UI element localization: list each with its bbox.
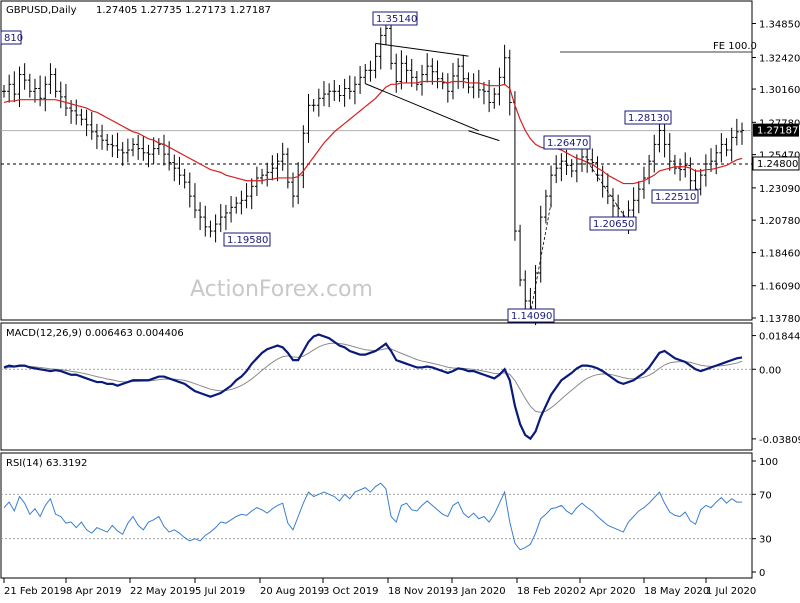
price-axis-label: 1.34850 xyxy=(759,20,800,31)
date-axis-label: 18 Feb 2020 xyxy=(517,586,579,597)
date-axis-label: 3 Jan 2020 xyxy=(452,586,506,597)
chart-symbol: GBPUSD,Daily xyxy=(6,5,77,16)
rsi-axis-label: 30 xyxy=(759,535,772,546)
date-axis-label: 1 Jul 2020 xyxy=(706,586,756,597)
rsi-axis-label: 0 xyxy=(759,568,765,579)
date-axis-label: 5 Jul 2019 xyxy=(195,586,245,597)
annotation-high-1-28130: 1.28130 xyxy=(624,110,672,125)
annotation-low-1-22510: 1.22510 xyxy=(651,189,699,204)
chart-ohlc: 1.27405 1.27735 1.27173 1.27187 xyxy=(96,5,271,16)
rsi-axis-label: 70 xyxy=(759,490,772,501)
chart-canvas: ActionForex.com 1.34850 1.32420 1.30160 1.2… xyxy=(0,0,800,597)
macd-axis-label: 0.018442 xyxy=(759,332,800,343)
annotation-left-edge-text: 810 xyxy=(4,33,23,44)
annotation-low-1-22510-text: 1.22510 xyxy=(655,192,696,203)
date-axis-label: 21 Feb 2019 xyxy=(4,586,66,597)
date-axis-label: 2 Apr 2020 xyxy=(580,586,635,597)
annotation-low-1-14090: 1.14090 xyxy=(507,308,555,323)
annotation-high-1-35140: 1.35140 xyxy=(372,11,418,26)
price-axis-label: 1.23090 xyxy=(759,184,800,195)
price-axis-label: 1.16090 xyxy=(759,282,800,293)
date-axis-label: 22 May 2019 xyxy=(130,586,195,597)
date-axis-label: 18 Nov 2019 xyxy=(388,586,452,597)
price-panel-frame xyxy=(0,0,753,321)
annotation-low-1-20650-text: 1.20650 xyxy=(593,219,634,230)
annotation-left-edge: 810 xyxy=(0,30,23,45)
current-price-value: 1.27187 xyxy=(757,126,798,137)
watermark: ActionForex.com xyxy=(190,277,373,302)
annotation-high-1-28130-text: 1.28130 xyxy=(628,113,669,124)
annotation-level-1-26470: 1.26470 xyxy=(543,135,591,150)
date-axis-label: 20 Aug 2019 xyxy=(260,586,324,597)
macd-panel-frame xyxy=(0,322,753,451)
fe-level-label: FE 100.0 xyxy=(713,41,757,52)
date-axis-label: 18 May 2020 xyxy=(644,586,709,597)
macd-axis-label: -0.038095 xyxy=(759,435,800,446)
price-axis-label: 1.30160 xyxy=(759,85,800,96)
macd-axis-label: 0.00 xyxy=(759,365,781,376)
rsi-panel-frame xyxy=(0,452,753,579)
level-value: 1.24800 xyxy=(757,159,798,170)
price-axis-label: 1.18460 xyxy=(759,249,800,260)
price-axis-label: 1.32420 xyxy=(759,53,800,64)
macd-title: MACD(12,26,9) 0.006463 0.004406 xyxy=(6,328,184,339)
date-axis-label: 8 Apr 2019 xyxy=(66,586,121,597)
date-axis-label: 3 Oct 2019 xyxy=(323,586,378,597)
rsi-title: RSI(14) 63.3192 xyxy=(6,458,87,469)
price-axis-label: 1.13780 xyxy=(759,314,800,325)
annotation-low-1-19580-text: 1.19580 xyxy=(227,235,268,246)
annotation-high-1-35140-text: 1.35140 xyxy=(376,14,417,25)
price-axis-label: 1.20780 xyxy=(759,216,800,227)
annotation-low-1-19580: 1.19580 xyxy=(223,232,271,247)
annotation-low-1-14090-text: 1.14090 xyxy=(511,311,552,322)
rsi-axis-label: 100 xyxy=(759,457,778,468)
annotation-level-1-26470-text: 1.26470 xyxy=(547,138,588,149)
annotation-low-1-20650: 1.20650 xyxy=(589,216,637,231)
